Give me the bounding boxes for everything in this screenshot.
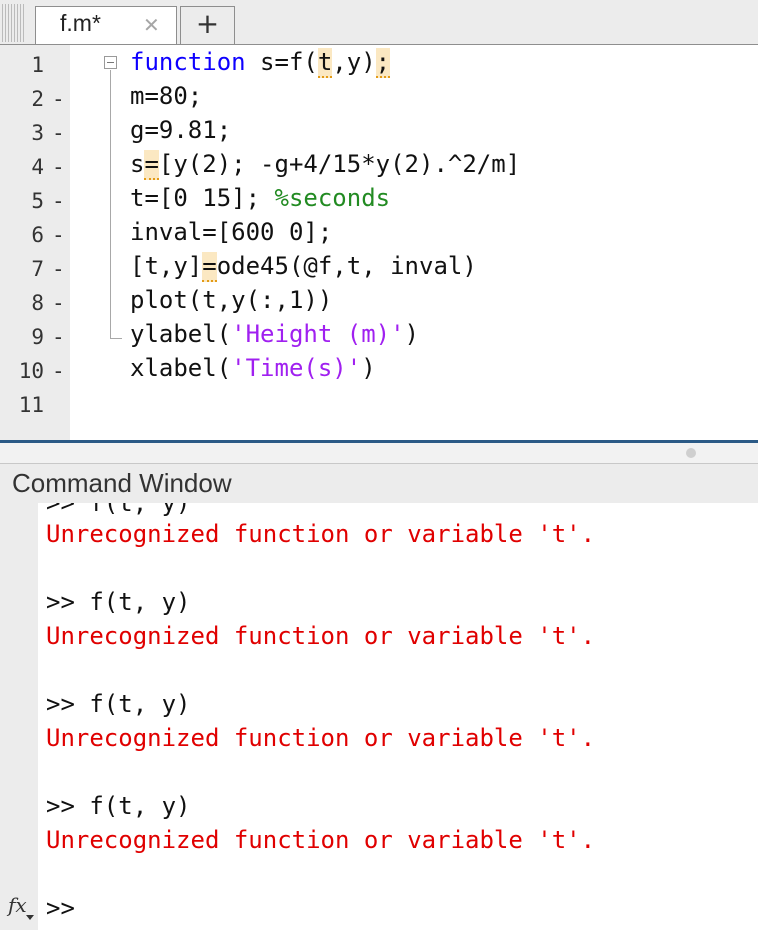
chevron-down-icon[interactable] <box>26 915 34 920</box>
code-line-7: [t,y]=ode45(@f,t, inval) <box>130 252 477 282</box>
line-number: 10 <box>18 359 44 383</box>
string-literal: 'Height (m)' <box>231 320 405 348</box>
code-text: s <box>130 150 145 178</box>
breakpoint-marker[interactable]: - <box>52 121 65 145</box>
code-line-4: s=[y(2); -g+4/15*y(2).^2/m] <box>130 150 521 180</box>
line-number: 11 <box>18 393 44 417</box>
breakpoint-marker[interactable]: - <box>52 291 65 315</box>
line-number: 7 <box>31 257 44 281</box>
new-tab-button[interactable]: + <box>180 6 235 44</box>
error-message: Unrecognized function or variable 't'. <box>46 724 596 752</box>
command-line-partial: >> f(t, y) <box>46 503 191 517</box>
keyword: function <box>130 48 246 76</box>
code-text: ,y) <box>332 48 376 76</box>
code-text: ylabel( <box>130 320 232 348</box>
code-text: ) <box>404 320 419 348</box>
code-line-9: ylabel('Height (m)') <box>130 320 419 348</box>
command-line: >> f(t, y) <box>46 792 191 820</box>
line-number: 1 <box>31 53 44 77</box>
pane-splitter[interactable] <box>0 443 758 463</box>
line-number: 3 <box>31 121 44 145</box>
line-number: 9 <box>31 325 44 349</box>
code-fold-guide-end <box>110 338 122 339</box>
code-text: t=[0 15]; <box>130 184 275 212</box>
code-text: xlabel( <box>130 354 232 382</box>
command-window-title: Command Window <box>12 468 232 498</box>
splitter-handle-icon[interactable] <box>686 448 696 458</box>
code-line-5: t=[0 15]; %seconds <box>130 184 390 212</box>
warning-highlight[interactable]: t <box>317 48 333 78</box>
command-line: >> f(t, y) <box>46 588 191 616</box>
code-line-8: plot(t,y(:,1)) <box>130 286 333 314</box>
command-prompt[interactable]: >> <box>46 894 75 922</box>
line-number: 6 <box>31 223 44 247</box>
line-number: 2 <box>31 87 44 111</box>
code-text: s=f( <box>245 48 318 76</box>
function-browser-icon[interactable]: fx <box>8 893 27 917</box>
line-number: 8 <box>31 291 44 315</box>
breakpoint-marker[interactable]: - <box>52 325 65 349</box>
breakpoint-marker[interactable]: - <box>52 87 65 111</box>
code-text: [t,y] <box>130 252 203 280</box>
close-icon[interactable]: ✕ <box>143 13 160 37</box>
warning-highlight[interactable]: ; <box>375 48 391 78</box>
code-fold-guide <box>110 70 111 338</box>
error-message: Unrecognized function or variable 't'. <box>46 520 596 548</box>
tab-label: f.m* <box>60 10 101 36</box>
code-text: ode45(@f,t, inval) <box>216 252 477 280</box>
error-message: Unrecognized function or variable 't'. <box>46 622 596 650</box>
code-line-10: xlabel('Time(s)') <box>130 354 376 382</box>
breakpoint-marker[interactable]: - <box>52 189 65 213</box>
breakpoint-marker[interactable]: - <box>52 223 65 247</box>
drag-grip-icon[interactable] <box>2 4 24 42</box>
line-number: 5 <box>31 189 44 213</box>
tab-divider <box>0 44 758 45</box>
editor-pane[interactable]: f.m* ✕ + 1 2 3 4 5 6 7 8 9 10 11 - - - -… <box>0 0 758 443</box>
line-number: 4 <box>31 155 44 179</box>
command-window-gutter <box>0 503 38 930</box>
code-line-6: inval=[600 0]; <box>130 218 333 246</box>
string-literal: 'Time(s)' <box>231 354 362 382</box>
code-text: [y(2); -g+4/15*y(2).^2/m] <box>158 150 521 178</box>
command-window[interactable]: >> f(t, y) Unrecognized function or vari… <box>0 503 758 930</box>
breakpoint-marker[interactable]: - <box>52 155 65 179</box>
editor-tab-bar: f.m* ✕ + <box>0 0 758 45</box>
code-line-3: g=9.81; <box>130 116 232 144</box>
code-line-2: m=80; <box>130 82 203 110</box>
tab-f-m[interactable]: f.m* ✕ <box>35 6 177 45</box>
code-text: ) <box>361 354 376 382</box>
command-line: >> f(t, y) <box>46 690 191 718</box>
command-window-header: Command Window <box>0 463 758 503</box>
comment: %seconds <box>274 184 391 212</box>
code-line-1: function s=f(t,y); <box>130 48 391 78</box>
line-number-gutter: 1 2 3 4 5 6 7 8 9 10 11 - - - - - - - - … <box>0 45 70 440</box>
code-fold-toggle-icon[interactable] <box>104 56 117 69</box>
error-message: Unrecognized function or variable 't'. <box>46 826 596 854</box>
breakpoint-marker[interactable]: - <box>52 257 65 281</box>
breakpoint-marker[interactable]: - <box>52 359 65 383</box>
warning-highlight[interactable]: = <box>144 150 159 180</box>
warning-highlight[interactable]: = <box>202 252 217 282</box>
